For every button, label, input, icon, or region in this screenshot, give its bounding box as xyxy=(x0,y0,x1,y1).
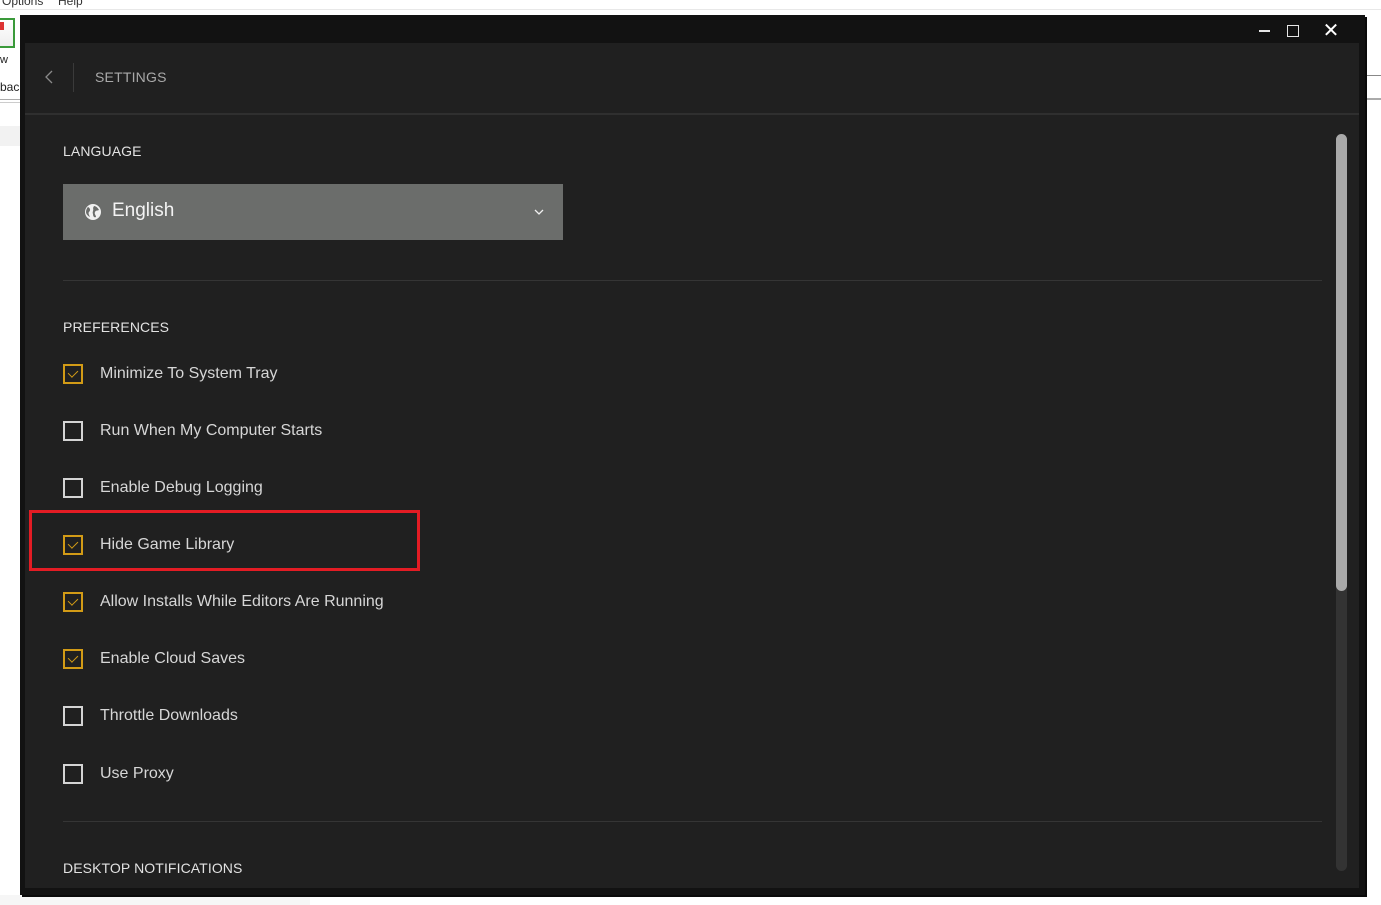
pref-minimize-to-tray[interactable]: Minimize To System Tray xyxy=(63,359,278,389)
background-menu-options[interactable]: Options xyxy=(2,0,43,8)
background-divider xyxy=(1365,75,1381,76)
header-divider xyxy=(73,63,74,92)
checkbox[interactable] xyxy=(63,364,83,384)
settings-header: SETTINGS xyxy=(25,43,1359,115)
preferences-section-title: PREFERENCES xyxy=(63,319,170,335)
checkbox[interactable] xyxy=(63,706,83,726)
maximize-button[interactable] xyxy=(1281,19,1305,43)
pref-label: Enable Cloud Saves xyxy=(100,650,245,667)
language-section-title: LANGUAGE xyxy=(63,143,142,159)
pref-run-on-startup[interactable]: Run When My Computer Starts xyxy=(63,416,322,446)
checkbox[interactable] xyxy=(63,592,83,612)
background-panel xyxy=(0,895,310,905)
background-menu-help[interactable]: Help xyxy=(58,0,83,8)
launcher-window: ✕ SETTINGS LANGUAGE English PREFERENCES … xyxy=(20,15,1365,895)
maximize-icon xyxy=(1287,25,1299,37)
background-divider xyxy=(0,99,22,100)
chevron-down-icon xyxy=(534,209,544,215)
scrollbar[interactable] xyxy=(1336,134,1347,871)
background-divider xyxy=(0,102,22,103)
checkbox[interactable] xyxy=(63,649,83,669)
language-selected-value: English xyxy=(112,200,175,221)
highlight-annotation-box xyxy=(29,510,420,571)
pref-allow-installs-editors[interactable]: Allow Installs While Editors Are Running xyxy=(63,587,384,617)
pref-label: Use Proxy xyxy=(100,765,174,782)
scrollbar-thumb[interactable] xyxy=(1336,134,1347,591)
background-divider xyxy=(1365,98,1381,100)
minimize-button[interactable] xyxy=(1252,19,1276,43)
page-title: SETTINGS xyxy=(95,69,167,85)
desktop-notifications-section-title: DESKTOP NOTIFICATIONS xyxy=(63,860,243,876)
pref-cloud-saves[interactable]: Enable Cloud Saves xyxy=(63,644,245,674)
pref-use-proxy[interactable]: Use Proxy xyxy=(63,759,174,789)
language-select[interactable]: English xyxy=(63,184,563,240)
minimize-icon xyxy=(1258,30,1270,32)
pref-throttle-downloads[interactable]: Throttle Downloads xyxy=(63,701,238,731)
checkbox[interactable] xyxy=(63,478,83,498)
chevron-left-icon xyxy=(45,70,53,84)
close-button[interactable]: ✕ xyxy=(1319,19,1343,43)
pref-label: Throttle Downloads xyxy=(100,707,238,724)
section-divider xyxy=(63,821,1322,822)
globe-icon xyxy=(85,204,101,220)
pref-label: Run When My Computer Starts xyxy=(100,422,323,439)
checkbox[interactable] xyxy=(63,421,83,441)
pref-debug-logging[interactable]: Enable Debug Logging xyxy=(63,473,263,503)
checkbox[interactable] xyxy=(63,764,83,784)
close-icon: ✕ xyxy=(1322,20,1340,42)
title-bar[interactable]: ✕ xyxy=(20,15,1365,43)
back-button[interactable] xyxy=(39,63,59,91)
background-fragment-text: w xyxy=(0,54,8,66)
background-panel xyxy=(0,126,22,146)
pref-label: Minimize To System Tray xyxy=(100,365,278,382)
background-book-icon xyxy=(0,18,15,48)
section-divider xyxy=(63,280,1322,281)
background-menubar: Options Help xyxy=(0,0,1381,10)
pref-label: Allow Installs While Editors Are Running xyxy=(100,593,384,610)
settings-panel: SETTINGS LANGUAGE English PREFERENCES Mi… xyxy=(25,43,1359,888)
pref-label: Enable Debug Logging xyxy=(100,479,263,496)
